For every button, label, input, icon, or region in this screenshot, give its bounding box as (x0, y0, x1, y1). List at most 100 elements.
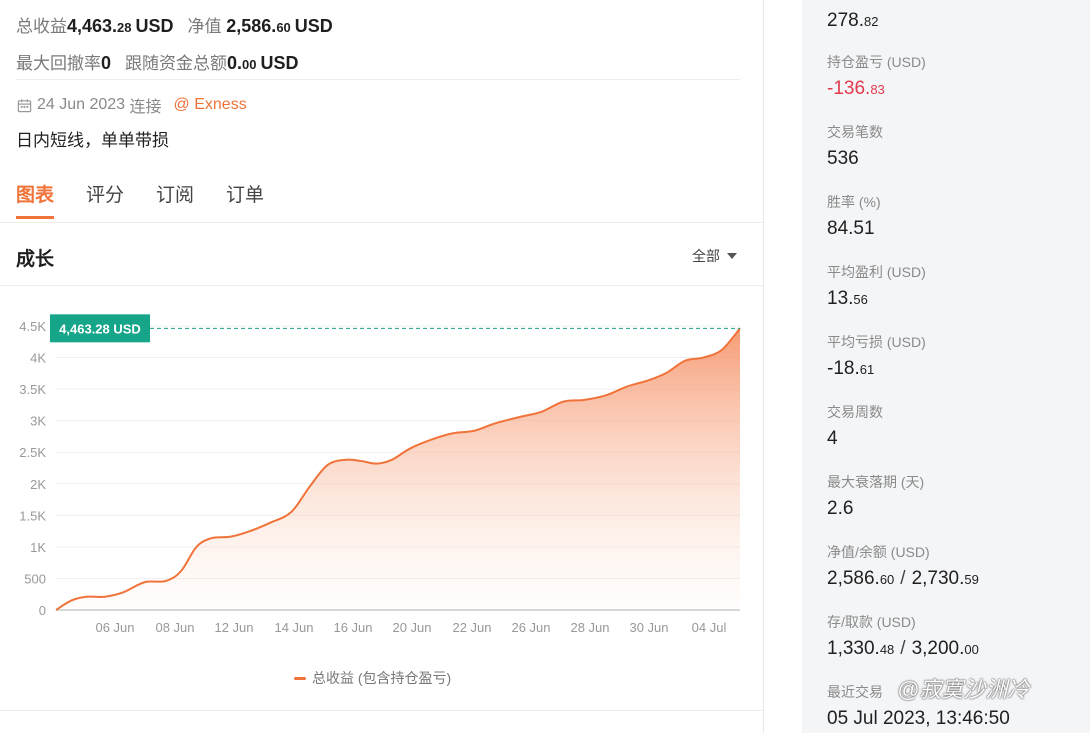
tab-chart[interactable]: 图表 (16, 180, 55, 219)
stat-label: 胜率 (%) (827, 194, 881, 210)
x-tick-label: 04 Jul (692, 620, 727, 635)
value-int: 3,200. (911, 638, 965, 659)
tab-orders[interactable]: 订单 (226, 180, 264, 219)
y-tick-label: 3K (30, 414, 46, 429)
stats-panel: 278.82 持仓盈亏 (USD) -136.83 交易笔数 536 胜率 (%) 84.5… (802, 0, 1090, 733)
tab-subscribe[interactable]: 订阅 (156, 180, 194, 219)
stat-label: 平均亏损 (USD) (827, 334, 926, 350)
value-int: 278. (827, 10, 864, 31)
divider (0, 710, 764, 711)
total-profit-unit: USD (135, 16, 174, 36)
main-panel: 总收益4,463.28 USD 净值 2,586.60 USD 最大回撤率0 跟随资金总… (0, 0, 764, 733)
divider (16, 79, 740, 80)
strategy-description: 日内短线，单单带损 (16, 131, 169, 150)
stat-label: 交易笔数 (827, 124, 883, 140)
y-tick-label: 4.5K (19, 319, 46, 334)
value-dec: 82 (863, 14, 879, 29)
max-drawdown-value: 0 (101, 53, 112, 73)
stat-value: 278.82 (827, 10, 878, 32)
x-tick-label: 22 Jun (452, 620, 491, 635)
stat-item: 平均盈利 (USD) 13.56 (827, 262, 926, 310)
deposit-withdraw-item: 存/取款 (USD) 1,330.48 /3,200.00 (827, 612, 979, 660)
x-tick-label: 16 Jun (333, 620, 372, 635)
max-value-label: 4,463.28 USD (59, 321, 141, 336)
value-int: 13. (827, 288, 854, 309)
y-tick-label: 1K (30, 540, 46, 555)
equity-label: 净值 (187, 17, 222, 36)
stat-item: 最大衰落期 (天) 2.6 (827, 472, 924, 520)
stat-value: 2.6 (827, 498, 924, 520)
value-int: 84.51 (827, 218, 875, 239)
value-int: 2,586. (827, 568, 880, 589)
stat-value: 2,586.60 /2,730.59 (827, 568, 979, 590)
x-tick-label: 26 Jun (511, 620, 550, 635)
x-tick-label: 06 Jun (95, 620, 134, 635)
divider (0, 222, 764, 223)
value-int: 4 (827, 428, 838, 449)
follow-funds-label: 跟随资金总额 (125, 54, 228, 73)
equity-value: 2,586.60 (226, 16, 291, 36)
follow-funds-unit: USD (260, 53, 299, 73)
x-tick-label: 30 Jun (629, 620, 668, 635)
value-dec: 60 (879, 572, 895, 587)
value-dec: 61 (859, 362, 875, 377)
x-tick-label: 08 Jun (155, 620, 194, 635)
range-filter-value: 全部 (692, 248, 720, 264)
connect-label: 连接 (129, 99, 162, 116)
divider (0, 285, 764, 286)
stat-value: 536 (827, 148, 883, 170)
y-tick-label: 1.5K (19, 508, 46, 523)
value-dec: 56 (853, 292, 868, 307)
area-fill (56, 328, 740, 610)
tab-rating[interactable]: 评分 (86, 180, 124, 219)
value-separator: / (900, 568, 906, 589)
follow-funds-value: 0.00 (227, 53, 257, 73)
watermark: @寂寞沙洲冷 (897, 677, 1030, 702)
stat-value: -18.61 (827, 358, 926, 380)
legend-swatch (294, 676, 306, 680)
stat-label: 平均盈利 (USD) (827, 264, 926, 280)
stat-value: 13.56 (827, 288, 926, 310)
section-title: 成长 (16, 249, 55, 270)
value-int: 2,730. (911, 568, 965, 589)
value-int: 1,330. (827, 638, 880, 659)
value-int: -136. (827, 78, 871, 99)
account-meta: 24 Jun 2023 连接 @ Exness (17, 93, 247, 117)
stat-value: 4 (827, 428, 883, 450)
max-drawdown-label: 最大回撤率 (16, 54, 101, 73)
stat-label: 存/取款 (USD) (827, 614, 916, 630)
summary-row-2: 最大回撤率0 跟随资金总额0.00 USD (16, 49, 299, 74)
equity-unit: USD (294, 16, 333, 36)
connect-date: 24 Jun 2023 (37, 96, 126, 113)
stat-item: 交易笔数 536 (827, 122, 883, 170)
chart-legend[interactable]: 总收益 (包含持仓盈亏) (294, 668, 451, 688)
value-dec: 48 (879, 642, 895, 657)
stat-item: 交易周数 4 (827, 402, 883, 450)
stat-item: 胜率 (%) 84.51 (827, 192, 881, 240)
stat-label: 持仓盈亏 (USD) (827, 54, 926, 70)
y-tick-label: 2.5K (19, 445, 46, 460)
y-tick-label: 3.5K (19, 382, 46, 397)
stat-value: -136.83 (827, 78, 926, 100)
x-tick-label: 28 Jun (570, 620, 609, 635)
value-dec: 00 (964, 642, 979, 657)
range-filter-dropdown[interactable]: 全部 (692, 246, 737, 266)
broker-link[interactable]: @ Exness (174, 96, 247, 114)
stat-label: 净值/余额 (USD) (827, 544, 930, 560)
stat-value: 05 Jul 2023, 13:46:50 (827, 708, 1010, 729)
x-tick-label: 12 Jun (214, 620, 253, 635)
equity-balance-item: 净值/余额 (USD) 2,586.60 /2,730.59 (827, 542, 979, 590)
calendar-icon (17, 98, 32, 112)
y-tick-label: 500 (24, 571, 46, 586)
value-separator: / (900, 638, 906, 659)
growth-chart: 0 500 1K 1.5K 2K 2.5K 3K 3.5K 4K 4.5K 06 Jun 08 Jun… (19, 314, 741, 635)
value-int: 2.6 (827, 498, 854, 519)
stat-item: 持仓盈亏 (USD) -136.83 (827, 52, 926, 100)
value-int: -18. (827, 358, 860, 379)
value-dec: 59 (964, 572, 979, 587)
tab-bar: 图表 评分 订阅 订单 (16, 180, 296, 219)
stat-value: 1,330.48 /3,200.00 (827, 638, 979, 660)
y-tick-label: 0 (39, 603, 46, 618)
value-dec: 83 (870, 82, 885, 97)
total-profit-value: 4,463.28 (67, 16, 132, 36)
